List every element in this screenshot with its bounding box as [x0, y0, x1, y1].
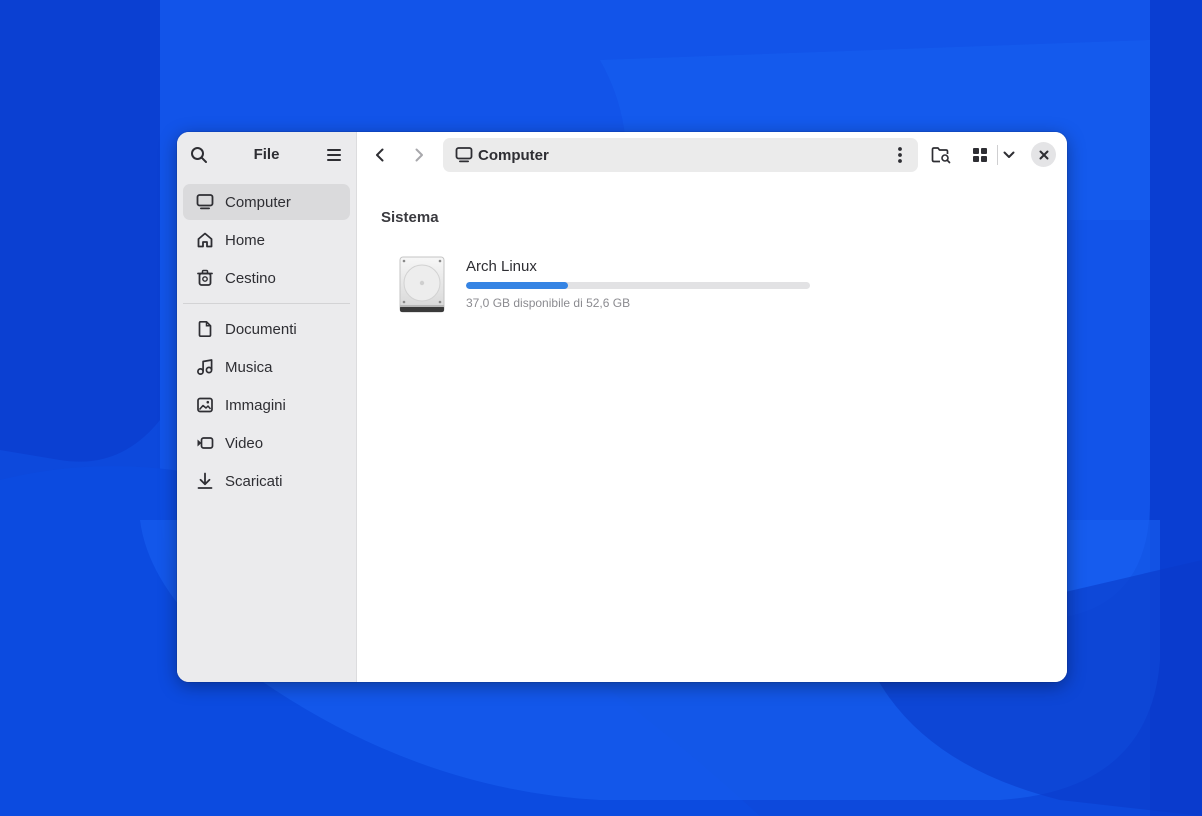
chevron-down-icon: [1003, 151, 1015, 158]
folder-search-icon: [931, 147, 951, 164]
main-view: Computer Sistema Arch Linux 37,0 GB disp…: [357, 132, 1067, 682]
sidebar-item-videos[interactable]: Video: [183, 425, 350, 461]
trash-icon: [196, 269, 214, 287]
sidebar-item-home[interactable]: Home: [183, 222, 350, 258]
document-icon: [196, 320, 214, 338]
file-manager-window: File Computer Home Cestino Documenti Mus…: [177, 132, 1067, 682]
search-folder-button[interactable]: [927, 141, 955, 169]
grid-view-button[interactable]: [966, 141, 994, 169]
drive-name: Arch Linux: [466, 258, 537, 275]
places-list: Computer Home Cestino: [177, 178, 356, 296]
drive-item[interactable]: Arch Linux 37,0 GB disponibile di 52,6 G…: [397, 254, 817, 316]
bookmarks-list: Documenti Musica Immagini Video Scaricat…: [177, 311, 356, 499]
home-icon: [196, 231, 214, 249]
section-title: Sistema: [381, 209, 439, 226]
drive-usage-text: 37,0 GB disponibile di 52,6 GB: [466, 296, 631, 310]
header-bar: Computer: [357, 132, 1067, 178]
hamburger-menu-icon: [327, 149, 341, 161]
sidebar-separator: [183, 303, 350, 304]
chevron-right-icon: [415, 148, 423, 162]
sidebar-item-music[interactable]: Musica: [183, 349, 350, 385]
sidebar-item-documents[interactable]: Documenti: [183, 311, 350, 347]
sidebar-item-computer[interactable]: Computer: [183, 184, 350, 220]
main-menu-button[interactable]: [320, 141, 348, 169]
sidebar-item-downloads[interactable]: Scaricati: [183, 463, 350, 499]
computer-icon: [196, 193, 214, 211]
usage-bar: [466, 282, 810, 289]
sidebar-item-label: Scaricati: [225, 472, 283, 490]
sidebar-item-pictures[interactable]: Immagini: [183, 387, 350, 423]
sidebar-header: File: [177, 132, 356, 178]
sidebar-item-label: Home: [225, 231, 266, 249]
video-icon: [196, 434, 214, 452]
sidebar-item-label: Immagini: [225, 396, 286, 414]
hard-drive-icon: [399, 256, 445, 314]
sidebar-item-label: Documenti: [225, 320, 297, 338]
sidebar: File Computer Home Cestino Documenti Mus…: [177, 132, 357, 682]
chevron-left-icon: [376, 148, 384, 162]
grid-view-icon: [973, 148, 987, 162]
sidebar-item-label: Cestino: [225, 269, 276, 287]
download-icon: [196, 472, 214, 490]
vertical-dots-icon: [898, 147, 902, 163]
computer-icon: [455, 146, 473, 164]
image-icon: [196, 396, 214, 414]
location-label: Computer: [478, 147, 549, 164]
close-icon: [1039, 150, 1048, 159]
sidebar-item-trash[interactable]: Cestino: [183, 260, 350, 296]
location-menu-button[interactable]: [886, 141, 914, 169]
sidebar-item-label: Musica: [225, 358, 273, 376]
desktop: File Computer Home Cestino Documenti Mus…: [0, 0, 1202, 816]
view-options-button[interactable]: [995, 141, 1023, 169]
music-icon: [196, 358, 214, 376]
close-window-button[interactable]: [1031, 142, 1056, 167]
usage-bar-fill: [466, 282, 569, 289]
location-bar[interactable]: Computer: [443, 138, 918, 172]
forward-button[interactable]: [405, 141, 433, 169]
sidebar-item-label: Computer: [225, 193, 291, 211]
back-button[interactable]: [366, 141, 394, 169]
sidebar-item-label: Video: [225, 434, 264, 452]
